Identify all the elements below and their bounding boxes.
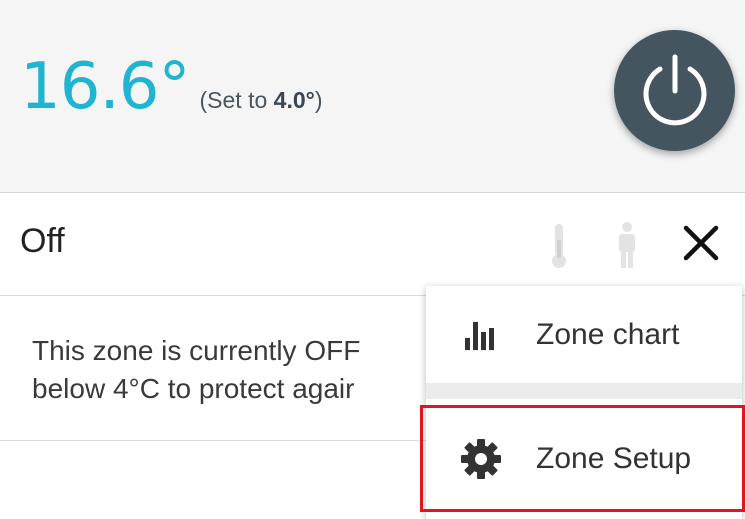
temperature-display: 16.6° (Set to 4.0°) — [20, 50, 323, 124]
bar-chart-icon — [465, 322, 494, 350]
setpoint-value: 4.0° — [273, 87, 315, 113]
zone-setup-menu-item[interactable]: Zone Setup — [426, 412, 742, 506]
menu-separator — [426, 383, 742, 399]
zone-menu: Zone chart Zone Setup — [426, 286, 742, 519]
setpoint-suffix: ) — [314, 87, 323, 113]
zone-description: This zone is currently OFF below 4°C to … — [32, 332, 432, 408]
thermometer-icon — [552, 224, 566, 268]
zone-chart-label: Zone chart — [536, 318, 680, 351]
zone-chart-menu-item[interactable]: Zone chart — [426, 288, 742, 382]
mode-label: Off — [20, 222, 65, 260]
zone-setup-label: Zone Setup — [536, 442, 692, 475]
description-line-2: below 4°C to protect agair — [32, 373, 355, 404]
close-icon[interactable] — [682, 224, 720, 262]
power-button[interactable] — [614, 30, 735, 151]
power-icon — [643, 54, 706, 125]
current-temperature: 16.6° — [20, 50, 190, 124]
description-line-1: This zone is currently OFF — [32, 335, 361, 366]
setpoint-prefix: (Set to — [199, 87, 274, 113]
person-icon — [619, 222, 635, 268]
zone-header: 16.6° (Set to 4.0°) — [0, 0, 745, 193]
setpoint-text: (Set to 4.0°) — [200, 87, 323, 114]
gear-icon — [461, 439, 501, 479]
